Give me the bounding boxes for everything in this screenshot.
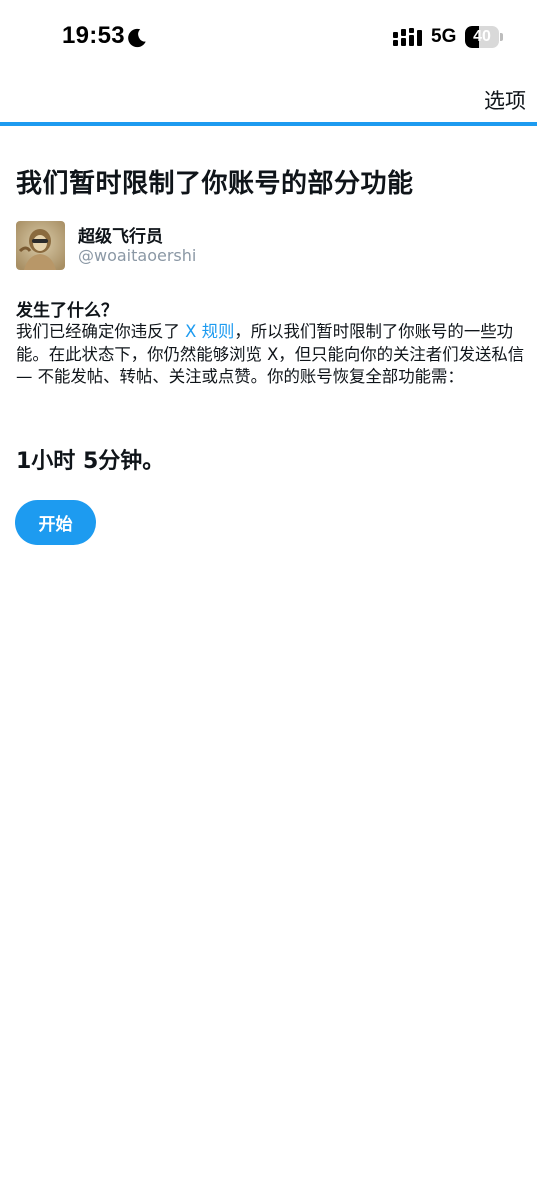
restriction-countdown: 1小时 5分钟。 — [16, 449, 165, 474]
description-part-1: 我们已经确定你违反了 — [16, 322, 186, 341]
avatar — [16, 221, 65, 270]
display-name: 超级飞行员 — [78, 227, 163, 247]
status-time: 19:53 — [62, 22, 125, 49]
page-title: 我们暂时限制了你账号的部分功能 — [16, 169, 414, 199]
signal-icon — [393, 28, 422, 46]
start-button[interactable]: 开始 — [15, 500, 96, 545]
x-rules-link[interactable]: X 规则 — [185, 322, 234, 341]
battery-cap — [500, 33, 503, 41]
restriction-description: 我们已经确定你违反了 X 规则，所以我们暂时限制了你账号的一些功能。在此状态下，… — [16, 321, 536, 389]
network-label: 5G — [431, 26, 457, 47]
status-bar: 19:53 5G 40 — [0, 0, 554, 76]
account-handle: @woaitaoershi — [78, 246, 197, 265]
progress-fill — [0, 122, 537, 126]
progress-bar — [0, 122, 537, 126]
section-heading: 发生了什么？ — [16, 301, 118, 321]
moon-icon — [128, 28, 146, 48]
battery-level-text: 40 — [473, 28, 491, 45]
battery-icon: 40 — [465, 26, 503, 48]
options-button[interactable]: 选项 — [484, 85, 526, 115]
battery-body: 40 — [465, 26, 499, 48]
